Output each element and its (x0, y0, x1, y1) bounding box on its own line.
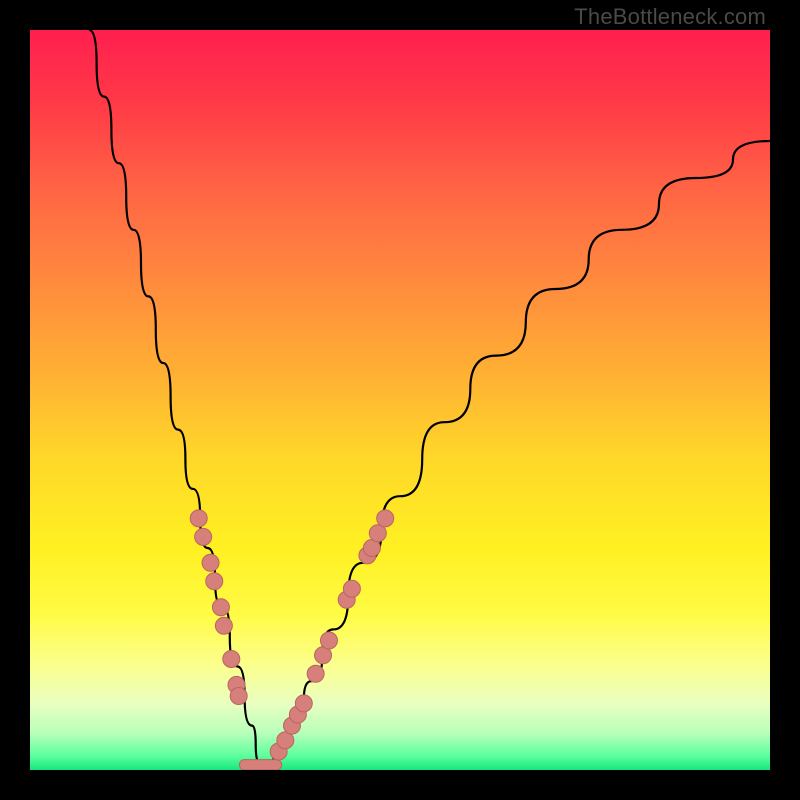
data-point (320, 632, 337, 649)
bottleneck-curve-svg (30, 30, 770, 770)
data-point (212, 599, 229, 616)
data-point (230, 688, 247, 705)
data-point (343, 580, 360, 597)
data-point (215, 617, 232, 634)
data-point (377, 510, 394, 527)
data-point (195, 528, 212, 545)
data-point (202, 554, 219, 571)
watermark-text: TheBottleneck.com (574, 4, 766, 30)
data-points-right-branch (270, 510, 394, 760)
plot-area (30, 30, 770, 770)
chart-frame: TheBottleneck.com (0, 0, 800, 800)
data-point (206, 573, 223, 590)
data-point (307, 665, 324, 682)
data-point (223, 651, 240, 668)
data-point (190, 510, 207, 527)
data-points-left-branch (190, 510, 247, 705)
curve-trough-highlight (239, 760, 281, 770)
bottleneck-curve (89, 30, 770, 763)
data-point (295, 695, 312, 712)
